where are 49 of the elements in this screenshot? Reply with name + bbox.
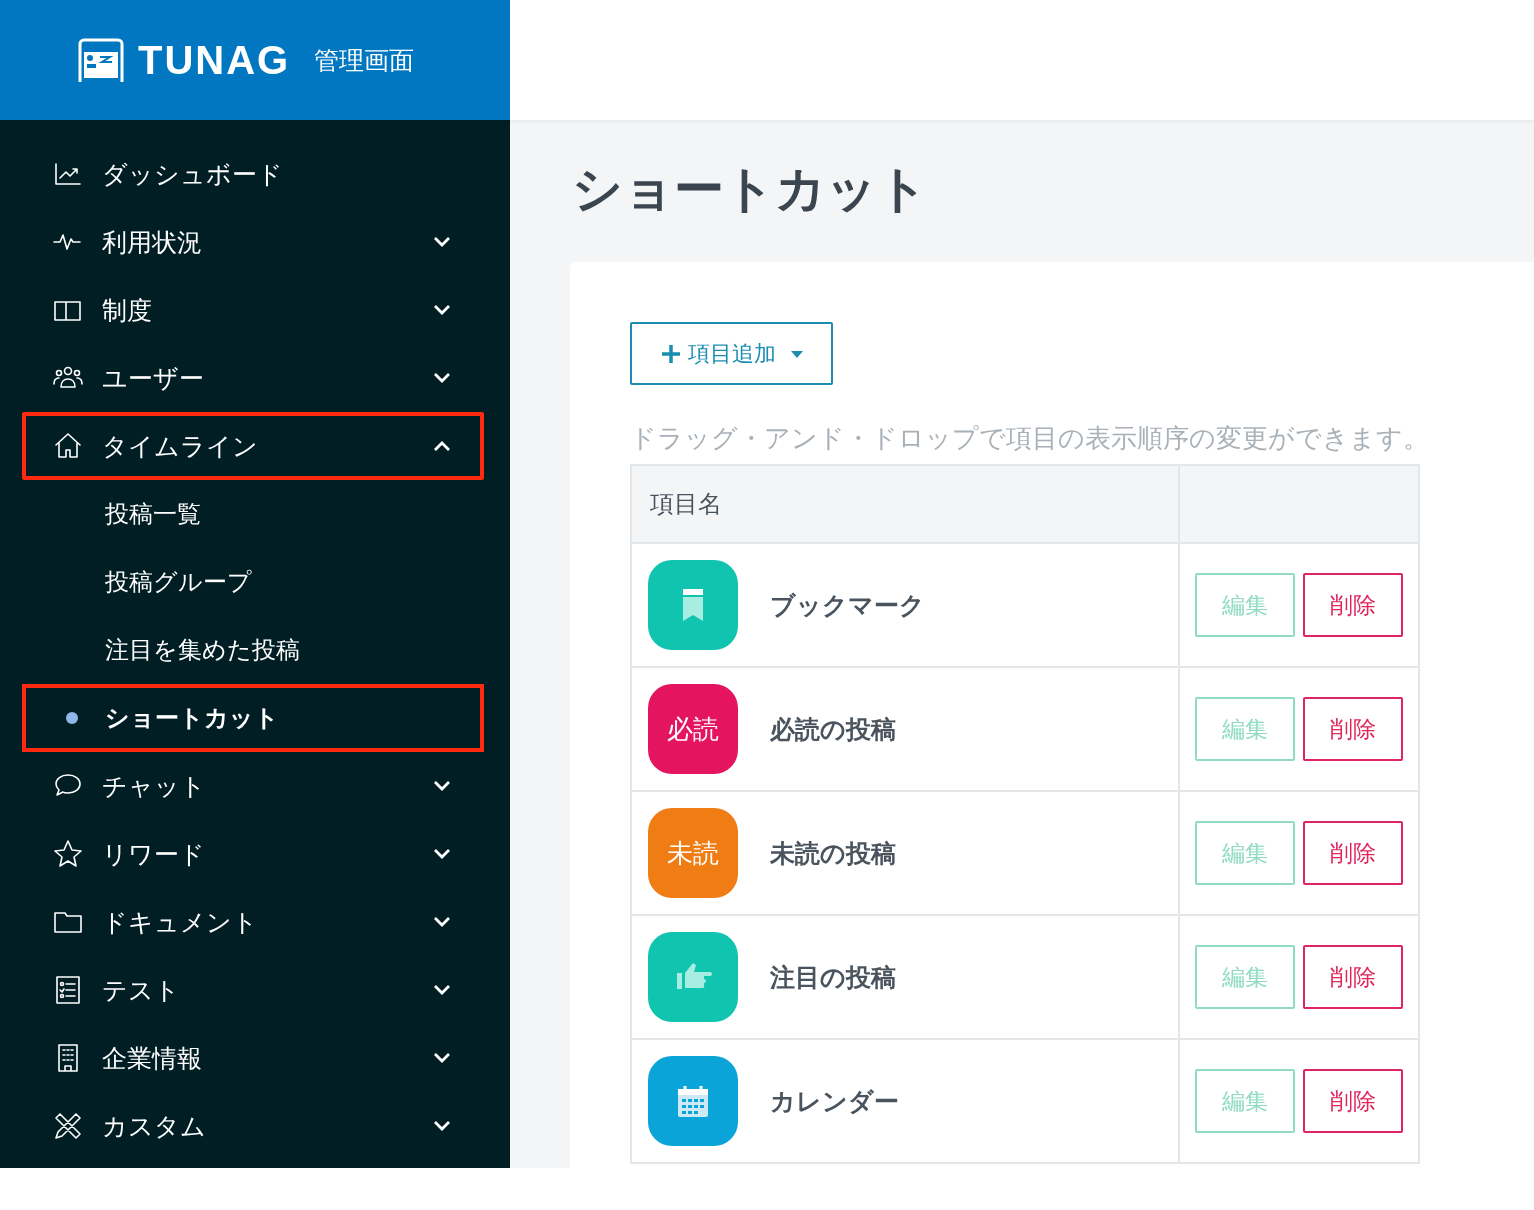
column-header: 項目名 [631, 465, 1179, 543]
chevron-down-icon [432, 1051, 452, 1065]
plus-icon [659, 342, 682, 365]
menu-item[interactable]: ユーザー [22, 344, 484, 412]
text-badge: 必読 [648, 684, 738, 774]
chevron-down-icon [432, 1119, 452, 1133]
chevron-down-icon [432, 915, 452, 929]
item-name: 未読の投稿 [770, 837, 896, 870]
menu-item[interactable]: 制度 [22, 276, 484, 344]
menu-item[interactable]: 企業情報 [22, 1024, 484, 1092]
menu-item[interactable]: ダッシュボード [22, 140, 484, 208]
caret-icon [789, 348, 804, 359]
chevron-down-icon [432, 983, 452, 997]
item-name: 必読の投稿 [770, 713, 896, 746]
chevron-down-icon [432, 847, 452, 861]
delete-button[interactable]: 削除 [1303, 945, 1403, 1009]
star-icon [52, 838, 84, 870]
chevron-down-icon [432, 779, 452, 793]
id-card-icon [78, 38, 124, 82]
item-name: ブックマーク [770, 589, 925, 622]
submenu-item[interactable]: 投稿一覧 [22, 480, 484, 548]
submenu-item[interactable]: 注目を集めた投稿 [22, 616, 484, 684]
delete-button[interactable]: 削除 [1303, 1069, 1403, 1133]
chevron-down-icon [432, 303, 452, 317]
chevron-down-icon [432, 235, 452, 249]
menu-item[interactable]: 利用状況 [22, 208, 484, 276]
pencil-ruler-icon [52, 1110, 84, 1142]
chevron-down-icon [432, 371, 452, 385]
delete-button[interactable]: 削除 [1303, 821, 1403, 885]
menu-item[interactable]: ドキュメント [22, 888, 484, 956]
menu-item[interactable]: リワード [22, 820, 484, 888]
menu-item[interactable]: チャット [22, 752, 484, 820]
logo-text: TUNAG [138, 37, 291, 83]
highlighted-menu-item[interactable]: タイムライン [22, 412, 484, 480]
menu-item[interactable]: カスタム [22, 1092, 484, 1160]
menu-item[interactable]: テスト [22, 956, 484, 1024]
add-item-button[interactable]: 項目追加 [630, 322, 833, 385]
chevron-up-icon [432, 439, 452, 453]
selected-dot [66, 712, 78, 724]
hint-text: ドラッグ・アンド・ドロップで項目の表示順序の変更ができます。 [630, 422, 1430, 455]
delete-button[interactable]: 削除 [1303, 697, 1403, 761]
page-title: ショートカット [572, 159, 929, 220]
delete-button[interactable]: 削除 [1303, 573, 1403, 637]
header-subtitle: 管理画面 [314, 44, 415, 77]
text-badge: 未読 [648, 808, 738, 898]
item-name: 注目の投稿 [770, 961, 896, 994]
highlighted-submenu-item[interactable]: ショートカット [22, 684, 484, 752]
submenu-item[interactable]: 投稿グループ [22, 548, 484, 616]
item-name: カレンダー [770, 1085, 899, 1118]
